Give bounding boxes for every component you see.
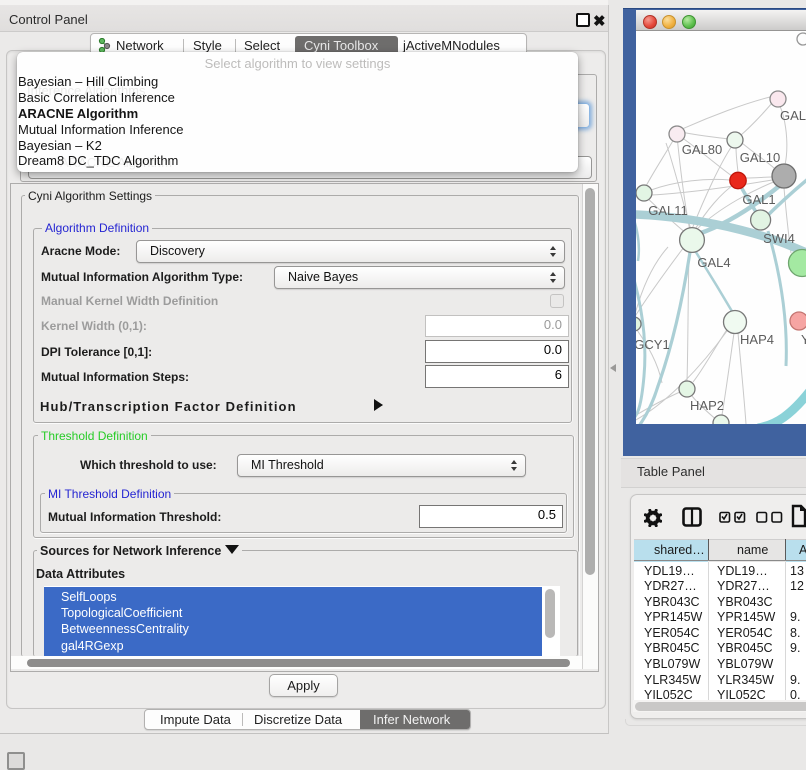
svg-text:GAL11: GAL11 (648, 203, 688, 218)
svg-text:SWI4: SWI4 (763, 231, 795, 246)
svg-text:GAL1: GAL1 (742, 192, 775, 207)
svg-text:HAP2: HAP2 (690, 398, 724, 413)
svg-text:GCY1: GCY1 (636, 337, 670, 352)
svg-text:GAL7: GAL7 (780, 108, 806, 123)
svg-text:GAL4: GAL4 (697, 255, 730, 270)
svg-text:GAL10: GAL10 (740, 150, 780, 165)
svg-text:HAP4: HAP4 (740, 332, 774, 347)
svg-text:GAL80: GAL80 (682, 142, 722, 157)
svg-text:Y: Y (801, 332, 806, 347)
